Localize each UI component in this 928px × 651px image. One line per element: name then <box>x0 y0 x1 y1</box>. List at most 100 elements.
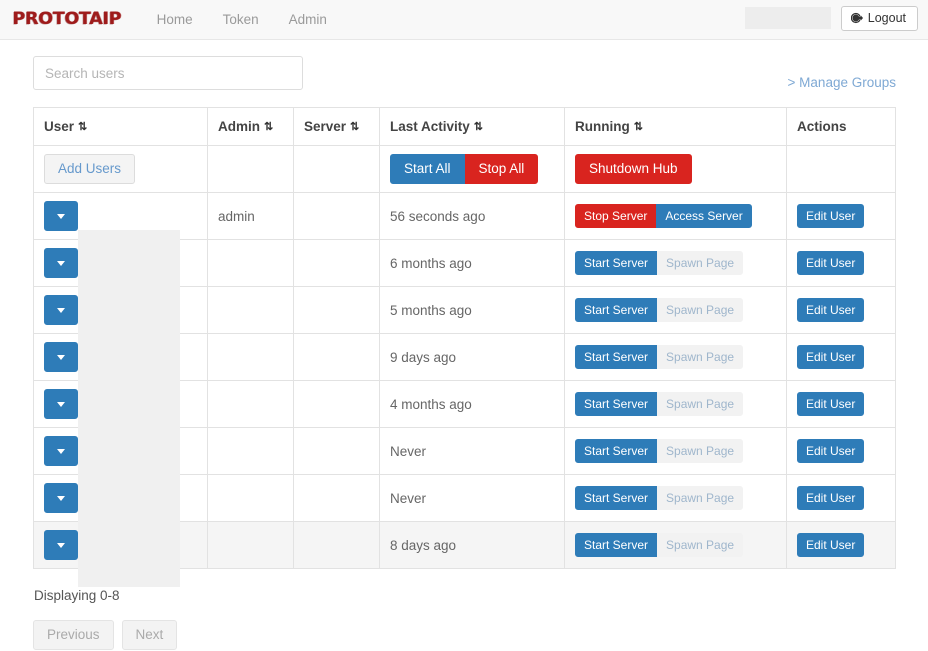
current-username-redacted <box>745 7 831 29</box>
chevron-down-icon <box>57 543 65 548</box>
user-dropdown-toggle[interactable] <box>44 436 78 466</box>
user-dropdown-toggle[interactable] <box>44 342 78 372</box>
spawn-page-button[interactable]: Spawn Page <box>657 251 743 275</box>
users-table-head: User ⇅ Admin ⇅ Server ⇅ Last Activity⇅ Runn… <box>34 108 896 146</box>
edit-user-button[interactable]: Edit User <box>797 204 864 228</box>
search-input[interactable] <box>33 56 303 90</box>
start-server-button[interactable]: Start Server <box>575 486 657 510</box>
column-header-last-activity[interactable]: Last Activity⇅ <box>380 108 565 146</box>
edit-user-button[interactable]: Edit User <box>797 345 864 369</box>
logout-button-label: Logout <box>868 12 906 25</box>
column-header-admin-label: Admin <box>218 119 260 134</box>
users-table-header-row: User ⇅ Admin ⇅ Server ⇅ Last Activity⇅ Runn… <box>34 108 896 146</box>
shutdown-hub-button[interactable]: Shutdown Hub <box>575 154 692 184</box>
cell-running: Start ServerSpawn Page <box>565 240 787 287</box>
nav-link-admin[interactable]: Admin <box>274 0 342 39</box>
user-dropdown-toggle[interactable] <box>44 248 78 278</box>
column-header-admin[interactable]: Admin ⇅ <box>208 108 294 146</box>
column-header-actions: Actions <box>787 108 896 146</box>
edit-user-button[interactable]: Edit User <box>797 439 864 463</box>
cell-running: Start ServerSpawn Page <box>565 287 787 334</box>
search-toolbar: > Manage Groups <box>33 56 896 104</box>
edit-user-button[interactable]: Edit User <box>797 486 864 510</box>
column-header-user[interactable]: User ⇅ <box>34 108 208 146</box>
nav-link-token[interactable]: Token <box>208 0 274 39</box>
brand-logo-text: PROTOTAIP <box>12 9 121 29</box>
column-header-server[interactable]: Server ⇅ <box>294 108 380 146</box>
spawn-page-button[interactable]: Spawn Page <box>657 345 743 369</box>
cell-actions: Edit User <box>787 381 896 428</box>
user-dropdown-toggle[interactable] <box>44 389 78 419</box>
cell-actions: Edit User <box>787 334 896 381</box>
edit-user-button[interactable]: Edit User <box>797 251 864 275</box>
spawn-page-button[interactable]: Spawn Page <box>657 533 743 557</box>
server-action-group: Start ServerSpawn Page <box>575 443 743 458</box>
cell-server <box>294 522 380 569</box>
cell-last-activity: 8 days ago <box>380 522 565 569</box>
start-all-button[interactable]: Start All <box>390 154 465 184</box>
server-action-group: Stop ServerAccess Server <box>575 208 752 223</box>
nav-right-group: Logout <box>745 6 918 31</box>
chevron-down-icon <box>57 402 65 407</box>
logout-button[interactable]: Logout <box>841 6 918 31</box>
access-server-button[interactable]: Access Server <box>656 204 751 228</box>
spawn-page-button[interactable]: Spawn Page <box>657 486 743 510</box>
sort-icon[interactable]: ⇅ <box>474 120 483 133</box>
user-dropdown-toggle[interactable] <box>44 295 78 325</box>
admin-page-container: > Manage Groups User ⇅ Admin ⇅ Server ⇅ Las… <box>0 40 928 650</box>
stop-server-button[interactable]: Stop Server <box>575 204 656 228</box>
cell-last-activity: Never <box>380 475 565 522</box>
add-users-button[interactable]: Add Users <box>44 154 135 184</box>
cell-last-activity: 6 months ago <box>380 240 565 287</box>
column-header-running[interactable]: Running⇅ <box>565 108 787 146</box>
sort-icon[interactable]: ⇅ <box>350 120 359 133</box>
cell-user <box>34 522 208 569</box>
cell-running: Start ServerSpawn Page <box>565 475 787 522</box>
user-dropdown-toggle[interactable] <box>44 201 78 231</box>
sort-icon[interactable]: ⇅ <box>634 120 643 133</box>
cell-server <box>294 475 380 522</box>
start-server-button[interactable]: Start Server <box>575 298 657 322</box>
cell-user <box>34 240 208 287</box>
displaying-count: Displaying 0-8 <box>34 588 896 603</box>
next-page-button[interactable]: Next <box>122 620 178 650</box>
cell-last-activity: 4 months ago <box>380 381 565 428</box>
start-server-button[interactable]: Start Server <box>575 533 657 557</box>
cell-running: Stop ServerAccess Server <box>565 193 787 240</box>
toolbar-spacer-actions <box>787 146 896 193</box>
spawn-page-button[interactable]: Spawn Page <box>657 298 743 322</box>
cell-admin <box>208 287 294 334</box>
nav-links: Home Token Admin <box>142 0 342 39</box>
column-header-server-label: Server <box>304 119 346 134</box>
table-row: 6 months agoStart ServerSpawn PageEdit U… <box>34 240 896 287</box>
stop-all-button[interactable]: Stop All <box>465 154 539 184</box>
cell-admin <box>208 428 294 475</box>
edit-user-button[interactable]: Edit User <box>797 392 864 416</box>
edit-user-button[interactable]: Edit User <box>797 533 864 557</box>
start-server-button[interactable]: Start Server <box>575 392 657 416</box>
cell-admin <box>208 334 294 381</box>
manage-groups-link[interactable]: > Manage Groups <box>788 75 896 90</box>
nav-link-home[interactable]: Home <box>142 0 208 39</box>
spawn-page-button[interactable]: Spawn Page <box>657 392 743 416</box>
column-header-user-label: User <box>44 119 74 134</box>
shutdown-hub-cell: Shutdown Hub <box>565 146 787 193</box>
previous-page-button[interactable]: Previous <box>33 620 114 650</box>
cell-actions: Edit User <box>787 240 896 287</box>
server-action-group: Start ServerSpawn Page <box>575 302 743 317</box>
sort-icon[interactable]: ⇅ <box>264 120 273 133</box>
chevron-down-icon <box>57 214 65 219</box>
start-server-button[interactable]: Start Server <box>575 251 657 275</box>
cell-running: Start ServerSpawn Page <box>565 381 787 428</box>
start-server-button[interactable]: Start Server <box>575 439 657 463</box>
user-dropdown-toggle[interactable] <box>44 530 78 560</box>
sort-icon[interactable]: ⇅ <box>78 120 87 133</box>
cell-admin: admin <box>208 193 294 240</box>
cell-running: Start ServerSpawn Page <box>565 522 787 569</box>
edit-user-button[interactable]: Edit User <box>797 298 864 322</box>
start-server-button[interactable]: Start Server <box>575 345 657 369</box>
user-dropdown-toggle[interactable] <box>44 483 78 513</box>
table-row: 9 days agoStart ServerSpawn PageEdit Use… <box>34 334 896 381</box>
brand-logo[interactable]: PROTOTAIP <box>12 9 121 29</box>
spawn-page-button[interactable]: Spawn Page <box>657 439 743 463</box>
